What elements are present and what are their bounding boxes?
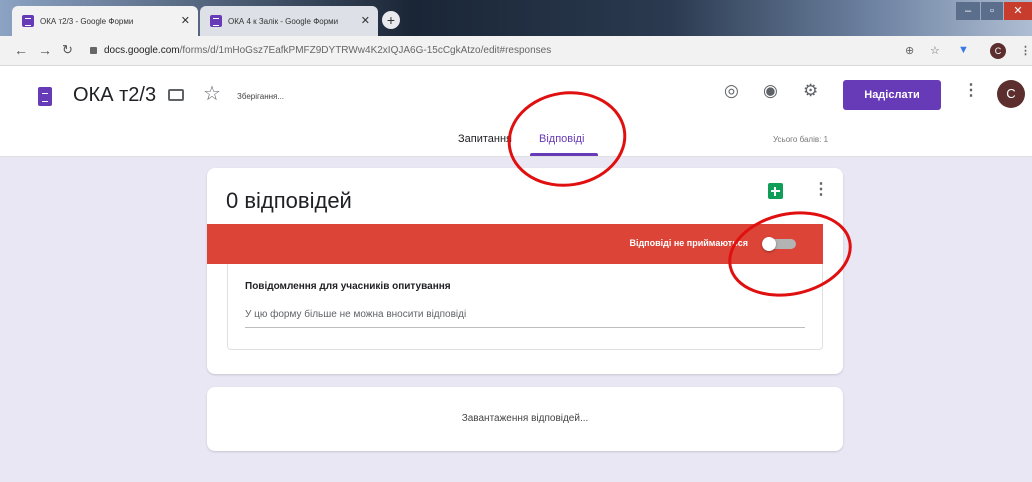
loading-card: Завантаження відповідей...: [207, 387, 843, 451]
reload-icon[interactable]: ↻: [62, 42, 73, 58]
browser-tab-title: ОКА т2/3 - Google Форми: [40, 16, 134, 26]
maximize-window-button[interactable]: ▫: [981, 2, 1003, 20]
url-host: docs.google.com: [104, 45, 180, 56]
not-accepting-banner: Відповіді не приймаються: [207, 224, 823, 264]
profile-avatar[interactable]: C: [990, 43, 1006, 59]
close-window-button[interactable]: ✕: [1004, 2, 1032, 20]
total-points: Усього балів: 1: [773, 135, 829, 144]
forward-arrow-icon[interactable]: →: [38, 42, 52, 58]
send-button[interactable]: Надіслати: [843, 80, 941, 110]
forms-logo-icon[interactable]: [38, 87, 52, 106]
back-arrow-icon[interactable]: ←: [14, 42, 28, 58]
browser-tab-inactive[interactable]: ОКА 4 к Залік - Google Форми ✕: [200, 6, 378, 36]
minimize-window-button[interactable]: –: [956, 2, 980, 20]
active-tab-indicator: [530, 153, 598, 156]
browser-tab-title: ОКА 4 к Залік - Google Форми: [228, 16, 339, 26]
settings-gear-icon[interactable]: ⚙: [803, 81, 818, 101]
lock-icon: [90, 47, 97, 54]
form-title[interactable]: ОКА т2/3: [73, 84, 156, 107]
star-icon[interactable]: ☆: [203, 81, 221, 106]
palette-icon[interactable]: ◎: [724, 81, 739, 101]
preview-eye-icon[interactable]: ◉: [763, 81, 778, 101]
forms-header: ОКА т2/3 ☆ Зберігання... ◎ ◉ ⚙ Надіслати…: [0, 67, 1032, 157]
url-input[interactable]: docs.google.com/forms/d/1mHoGsz7EafkPMFZ…: [88, 41, 948, 61]
extension-shield-icon[interactable]: ▼: [958, 44, 969, 56]
respondent-message-section: Повідомлення для учасників опитування У …: [227, 264, 823, 350]
url-path: /forms/d/1mHoGsz7EafkPMFZ9DYTRWw4K2xIQJA…: [179, 45, 552, 56]
google-forms-favicon-icon: [210, 15, 222, 27]
close-tab-icon[interactable]: ✕: [361, 14, 370, 27]
folder-icon[interactable]: [168, 89, 184, 101]
responses-summary-card: 0 відповідей ⋮ Відповіді не приймаються …: [207, 168, 843, 374]
tab-questions[interactable]: Запитання: [458, 133, 512, 145]
respondent-message-label: Повідомлення для учасників опитування: [245, 281, 451, 292]
responses-canvas: 0 відповідей ⋮ Відповіді не приймаються …: [0, 157, 1032, 482]
user-avatar[interactable]: C: [997, 80, 1025, 108]
response-count: 0 відповідей: [226, 188, 352, 213]
accepting-responses-label: Відповіді не приймаються: [629, 238, 748, 248]
zoom-icon[interactable]: ⊕: [905, 44, 914, 57]
tab-responses[interactable]: Відповіді: [539, 133, 584, 145]
bookmark-star-icon[interactable]: ☆: [930, 44, 940, 57]
loading-text: Завантаження відповідей...: [461, 413, 589, 424]
browser-menu-icon[interactable]: ⋮: [1020, 44, 1031, 57]
browser-tab-active[interactable]: ОКА т2/3 - Google Форми ✕: [12, 6, 198, 36]
toggle-knob: [762, 237, 776, 251]
respondent-message-input[interactable]: У цю форму більше не можна вносити відпо…: [245, 306, 805, 328]
google-forms-favicon-icon: [22, 15, 34, 27]
browser-tab-strip: ОКА т2/3 - Google Форми ✕ ОКА 4 к Залік …: [0, 0, 1032, 36]
close-tab-icon[interactable]: ✕: [181, 14, 190, 27]
accepting-responses-toggle[interactable]: [762, 237, 796, 251]
save-status: Зберігання...: [237, 92, 285, 101]
new-tab-button[interactable]: +: [382, 11, 400, 29]
responses-more-icon[interactable]: ⋮: [813, 179, 829, 199]
google-sheets-icon[interactable]: [768, 183, 783, 199]
address-bar: ← → ↻ docs.google.com/forms/d/1mHoGsz7Ea…: [0, 36, 1032, 66]
more-options-icon[interactable]: ⋮: [963, 80, 979, 100]
